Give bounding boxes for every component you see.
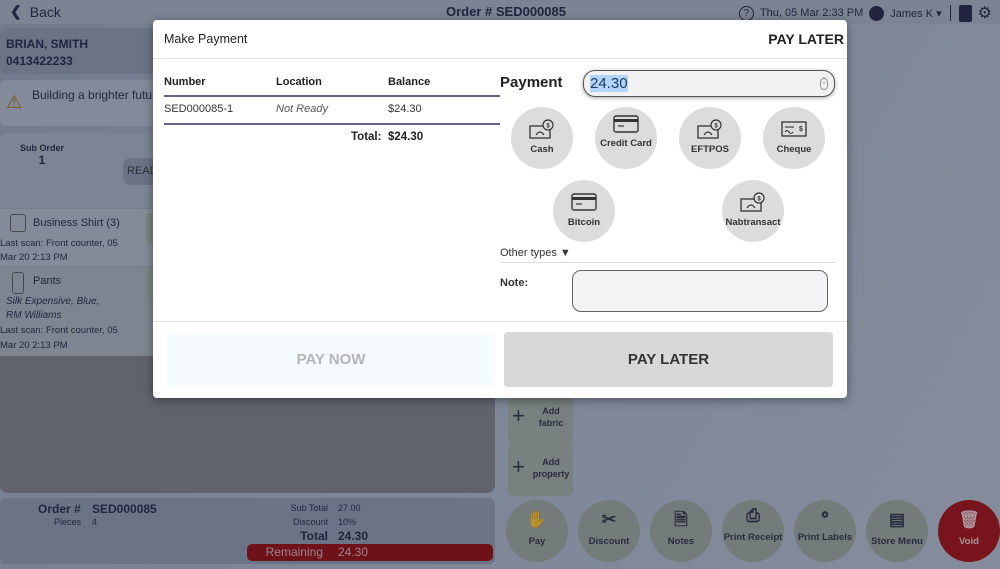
item-scan: Last scan: Front counter, 05: [0, 238, 118, 249]
other-types-dropdown[interactable]: Other types ▼: [500, 247, 571, 259]
item-desc: RM Williams: [6, 310, 62, 321]
note-pencil-icon: 🗎: [674, 510, 688, 529]
svg-text:$: $: [799, 126, 803, 133]
device-icon[interactable]: [958, 4, 972, 22]
column-header: Location: [276, 76, 322, 88]
notice-text: Building a brighter future: [32, 88, 163, 102]
item-name: Pants: [33, 275, 62, 287]
scissors-icon: ✂: [601, 510, 617, 529]
datetime: Thu, 05 Mar 2:33 PM: [759, 7, 864, 19]
note-input[interactable]: [572, 270, 828, 312]
customer-card[interactable]: BRIAN, SMITH 0413422233: [0, 28, 155, 74]
washing-machine-icon: ▤: [888, 510, 906, 529]
cell-number: SED000085-1: [164, 103, 234, 115]
warning-icon: ⚠: [6, 92, 23, 112]
add-property-label: Add property: [532, 457, 570, 479]
item-scan: Mar 20 2:13 PM: [0, 252, 68, 263]
add-fabric-label: Add fabric: [538, 406, 564, 428]
note-label: Note:: [500, 277, 529, 289]
other-types-label: Other types: [500, 247, 557, 259]
customer-phone: 0413422233: [6, 54, 73, 68]
divider: [500, 262, 836, 263]
item-scan: Last scan: Front counter, 05: [0, 325, 118, 336]
column-header: Number: [164, 76, 206, 88]
add-property-button[interactable]: + Add property: [508, 444, 573, 496]
table-total-value: $24.30: [388, 131, 424, 143]
stepper-icon[interactable]: ˆˇ: [820, 78, 828, 90]
divider: [164, 95, 500, 97]
make-payment-dialog: Make Payment PAY LATER Number Location B…: [153, 20, 847, 398]
shirt-icon: [10, 214, 26, 232]
user-name: James K: [890, 7, 934, 20]
divider: [164, 123, 500, 125]
notes-button[interactable]: 🗎 Notes: [650, 500, 712, 562]
table-total-label: Total:: [351, 131, 382, 143]
divider: [949, 5, 951, 21]
pay-now-button[interactable]: PAY NOW: [167, 333, 495, 386]
back-label: Back: [29, 3, 61, 20]
credit-card-icon: [613, 115, 639, 133]
item-name: Business Shirt (3): [33, 217, 120, 229]
pay-later-button[interactable]: PAY LATER: [504, 332, 833, 387]
user-menu[interactable]: James K ▾: [890, 7, 941, 20]
order-title: Order # SED000085: [446, 4, 566, 19]
suborder-label: Sub Order 1: [20, 143, 65, 167]
divider: [153, 321, 847, 322]
cash-icon: $: [697, 119, 722, 139]
pay-button[interactable]: ✋ Pay: [506, 500, 568, 562]
caret-down-icon: ▾: [936, 7, 942, 20]
method-eftpos-button[interactable]: $ EFTPOS: [679, 107, 741, 169]
gear-icon[interactable]: ⚙: [978, 3, 992, 23]
print-receipt-button[interactable]: ⎙ Print Receipt: [722, 500, 784, 562]
discount-button[interactable]: ✂ Discount: [578, 500, 640, 562]
method-nabtransact-button[interactable]: $ Nabtransact: [722, 180, 784, 242]
column-header: Balance: [388, 76, 431, 88]
pants-icon: [12, 272, 24, 294]
cheque-icon: $: [781, 121, 807, 137]
method-credit-card-button[interactable]: Credit Card: [595, 107, 657, 169]
item-scan: Mar 20 2:13 PM: [0, 340, 68, 351]
user-icon: [869, 5, 885, 21]
void-button[interactable]: 🗑 Void: [938, 500, 1000, 562]
trash-icon: 🗑: [958, 510, 980, 529]
method-bitcoin-button[interactable]: Bitcoin: [553, 180, 615, 242]
chevron-left-icon: ❮: [10, 3, 22, 19]
printer-icon: ⎙: [746, 506, 760, 525]
method-cheque-button[interactable]: $ Cheque: [763, 107, 825, 169]
plus-icon: +: [512, 454, 525, 479]
payment-amount-input[interactable]: 24.30 ˆˇ: [583, 70, 835, 97]
cash-icon: $: [529, 119, 554, 139]
print-labels-button[interactable]: ⚬ Print Labels: [794, 500, 856, 562]
plus-icon: +: [512, 403, 525, 428]
back-button[interactable]: ❮ Back: [10, 3, 61, 20]
method-cash-button[interactable]: $ Cash: [511, 107, 573, 169]
tags-icon: ⚬: [817, 506, 833, 525]
notice-banner: ⚠ Building a brighter future: [0, 80, 163, 126]
hand-coins-icon: ✋: [526, 510, 548, 529]
item-desc: Silk Expensive, Blue,: [6, 296, 100, 307]
credit-card-icon: [571, 193, 597, 211]
payment-amount-value: 24.30: [590, 75, 628, 92]
store-menu-button[interactable]: ▤ Store Menu: [866, 500, 928, 562]
cell-location: Not Ready: [276, 103, 328, 115]
help-icon[interactable]: ?: [738, 5, 754, 21]
dialog-title: Make Payment: [164, 32, 248, 46]
payment-label: Payment: [500, 74, 563, 91]
dialog-mode: PAY LATER: [768, 31, 844, 47]
cash-icon: $: [740, 192, 765, 212]
add-fabric-button[interactable]: + Add fabric: [508, 393, 573, 445]
customer-name: BRIAN, SMITH: [6, 37, 88, 51]
action-bar: ✋ Pay ✂ Discount 🗎 Notes ⎙ Print Receipt…: [0, 500, 1000, 564]
cell-balance: $24.30: [388, 103, 422, 115]
suborder-number: 1: [38, 153, 46, 167]
caret-down-icon: ▼: [559, 247, 571, 259]
